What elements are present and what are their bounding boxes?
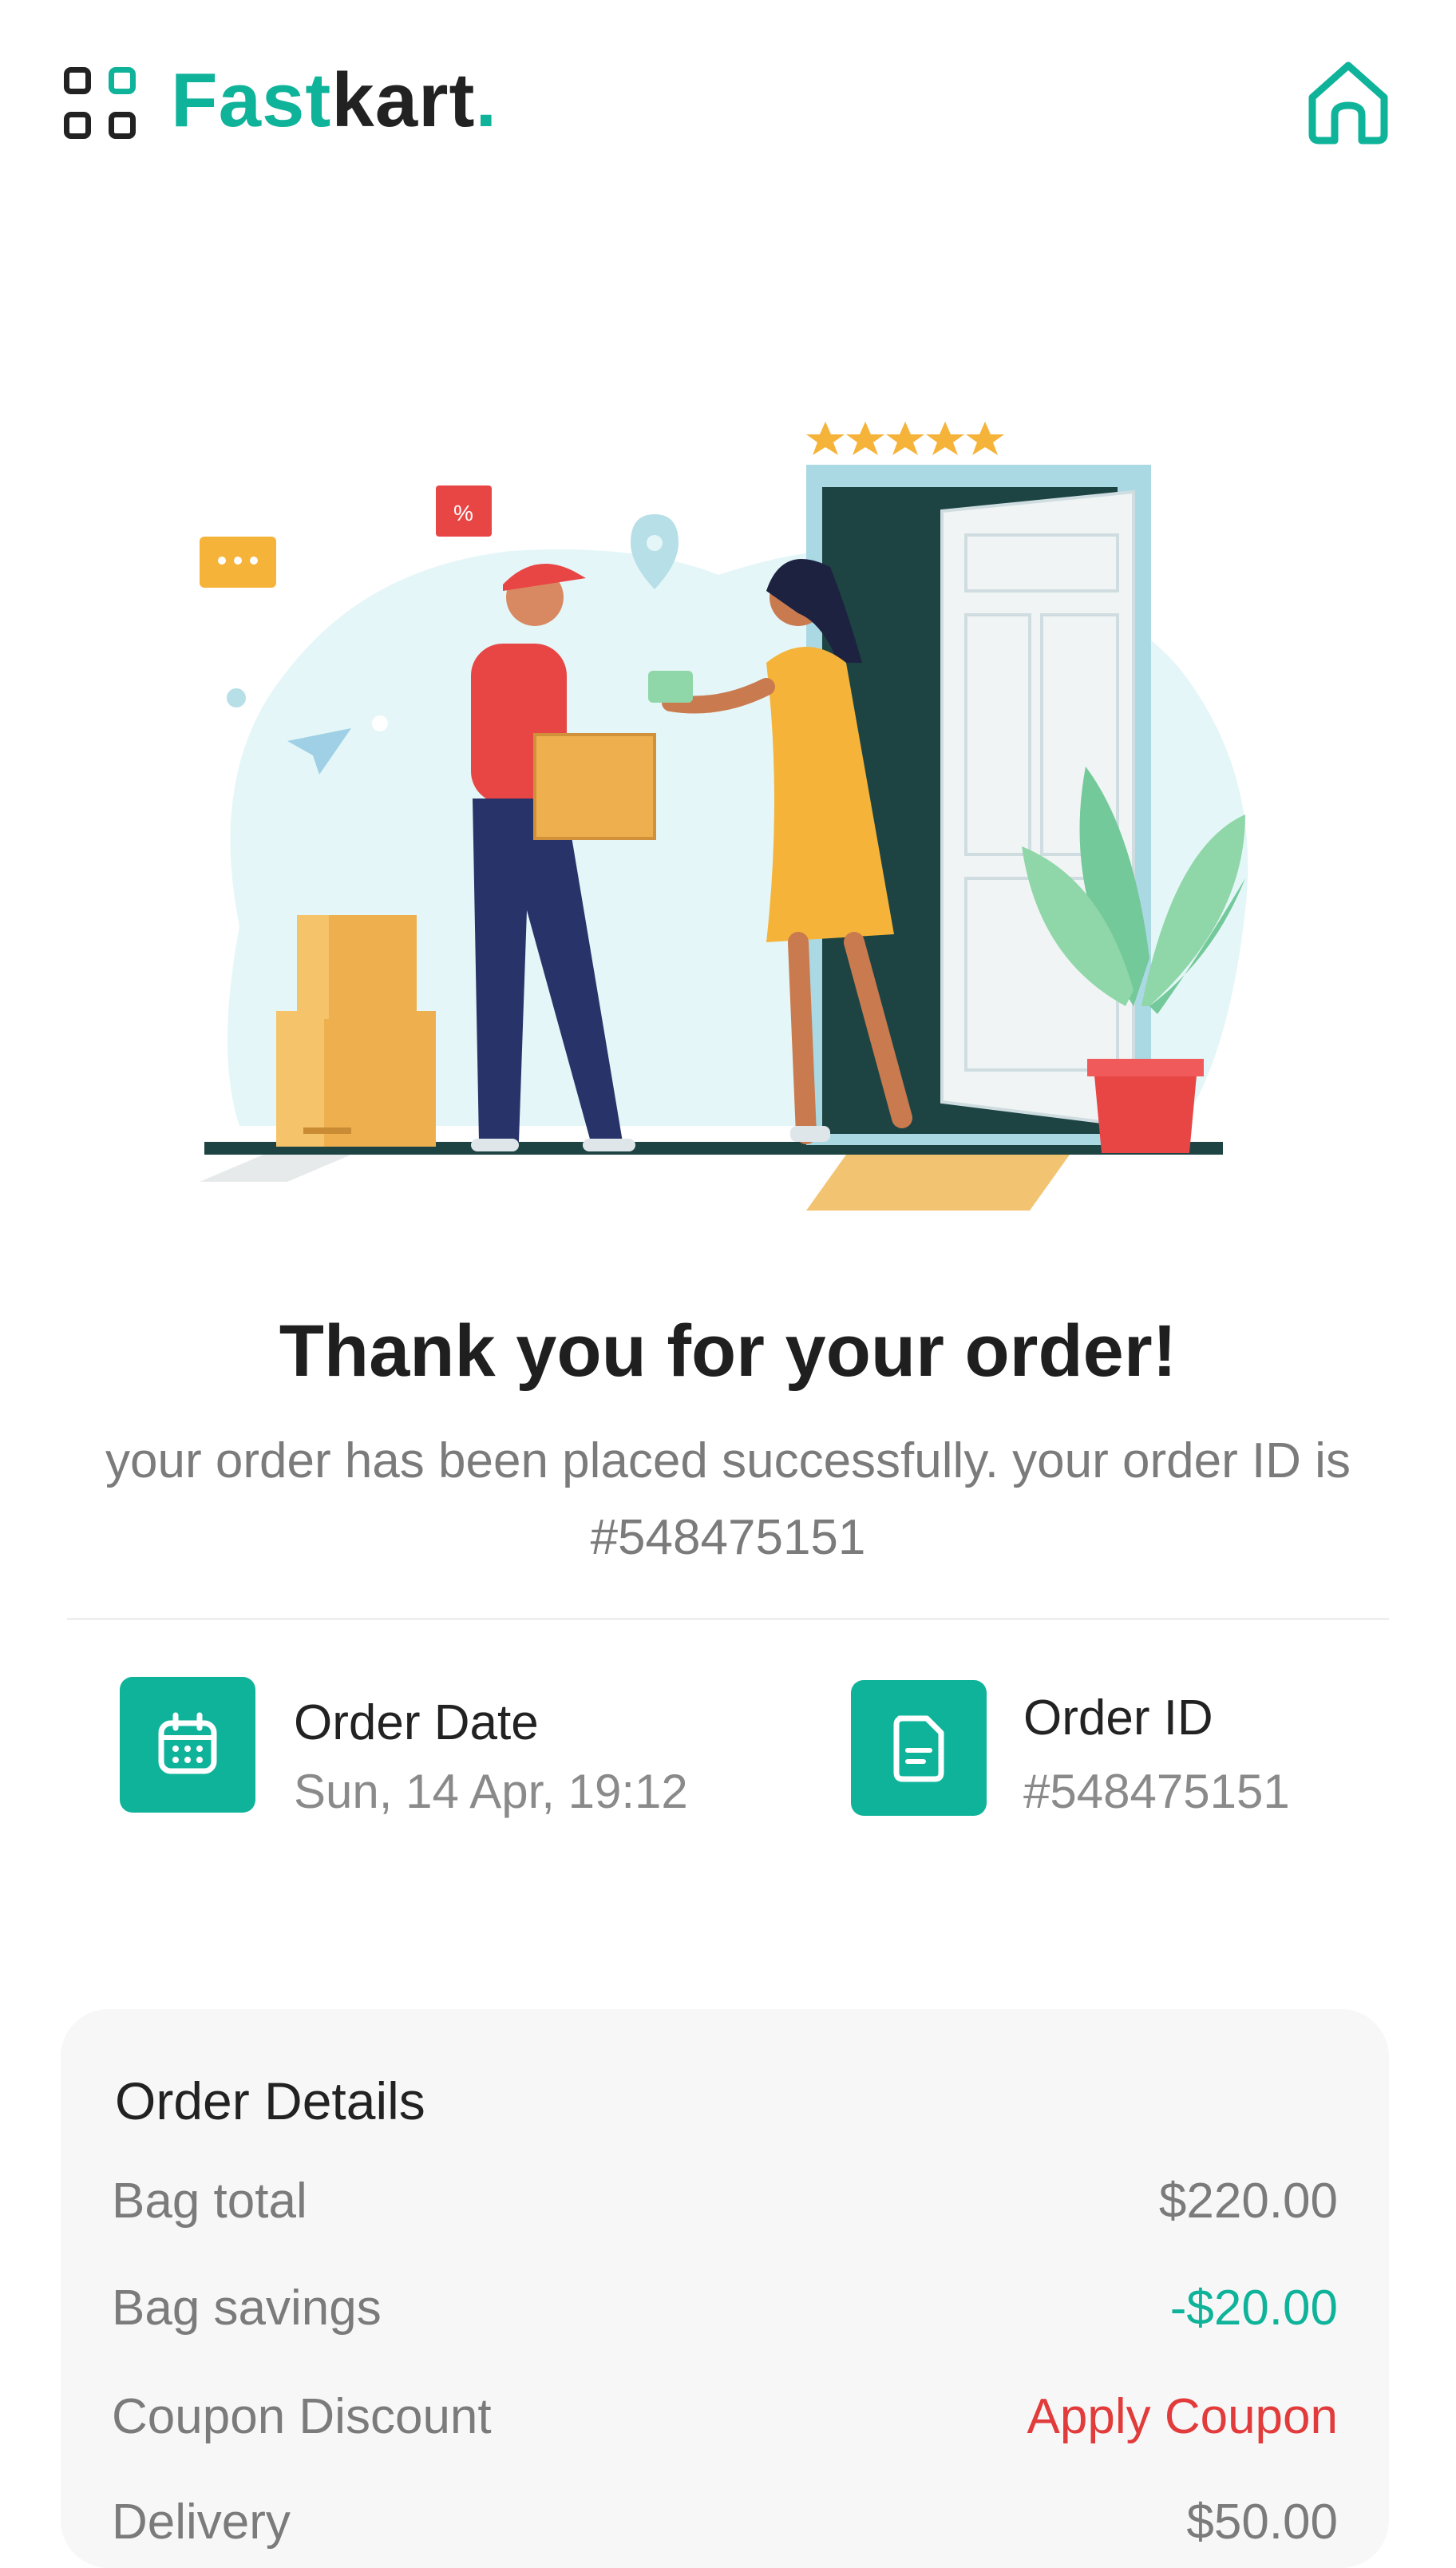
confirmation-message: your order has been placed successfully.… [105, 1433, 1351, 1565]
detail-label: Delivery [112, 2495, 291, 2550]
detail-value-savings: -$20.00 [1169, 2281, 1338, 2336]
detail-label: Coupon Discount [112, 2389, 492, 2444]
order-id-value: #548475151 [1023, 1765, 1290, 1818]
home-icon[interactable] [1301, 54, 1395, 149]
apply-coupon-link[interactable]: Apply Coupon [1027, 2381, 1339, 2453]
divider [67, 1618, 1389, 1620]
brand-part-2: kart [331, 57, 476, 143]
svg-text:%: % [453, 501, 473, 525]
brand-part-1: Fast [171, 57, 332, 143]
detail-row-bag-total: Bag total $220.00 [112, 2166, 1338, 2237]
confirmation-title: Thank you for your order! [279, 1310, 1177, 1392]
brand-logo[interactable]: Fastkart. [171, 53, 497, 149]
delivery-illustration: % [200, 422, 1248, 1211]
detail-label: Bag total [112, 2174, 307, 2229]
order-date-label: Order Date [294, 1695, 539, 1750]
order-details-card: Order Details Bag total $220.00 Bag savi… [61, 2009, 1389, 2568]
brand-part-3: . [475, 57, 498, 143]
document-icon [851, 1680, 987, 1816]
calendar-icon [120, 1677, 255, 1813]
detail-row-bag-savings: Bag savings -$20.00 [112, 2273, 1338, 2344]
detail-row-delivery: Delivery $50.00 [112, 2487, 1338, 2558]
order-id-label: Order ID [1023, 1690, 1213, 1746]
app-grid-icon[interactable] [64, 67, 140, 144]
detail-label: Bag savings [112, 2281, 382, 2336]
order-details-title: Order Details [115, 2071, 425, 2130]
top-bar: Fastkart. [0, 0, 1456, 208]
detail-row-coupon: Coupon Discount Apply Coupon [112, 2381, 1338, 2453]
order-date-value: Sun, 14 Apr, 19:12 [294, 1765, 688, 1818]
detail-value: $50.00 [1186, 2495, 1338, 2550]
detail-value: $220.00 [1158, 2174, 1338, 2229]
